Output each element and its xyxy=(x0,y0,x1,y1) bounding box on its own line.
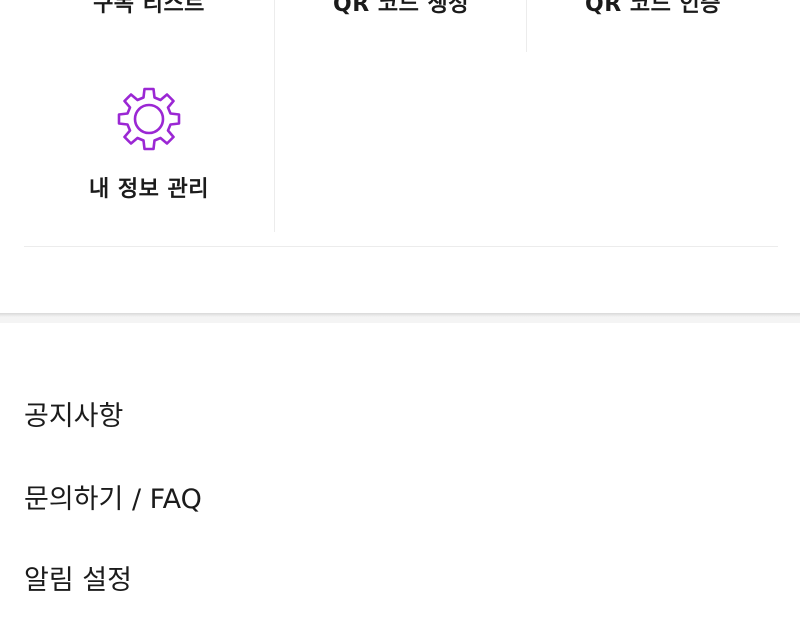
section-divider xyxy=(0,313,800,323)
subscription-list-button[interactable]: 구독 리스트 xyxy=(24,0,274,26)
my-info-label: 내 정보 관리 xyxy=(88,177,210,202)
my-info-button[interactable]: 내 정보 관리 xyxy=(24,60,274,240)
grid-divider xyxy=(274,0,275,232)
subscription-list-label: 구독 리스트 xyxy=(93,0,205,17)
qr-verify-button[interactable]: QR 코드 인증 xyxy=(528,0,778,26)
notice-menu-item[interactable]: 공지사항 xyxy=(24,394,123,433)
qr-generate-button[interactable]: QR 코드 생성 xyxy=(276,0,526,26)
qr-generate-label: QR 코드 생성 xyxy=(333,0,469,17)
notification-settings-menu-item[interactable]: 알림 설정 xyxy=(24,558,132,597)
inquiry-faq-menu-item[interactable]: 문의하기 / FAQ xyxy=(24,477,202,516)
menu-grid: 구독 리스트 QR 코드 생성 QR 코드 인증 내 정보 관리 xyxy=(24,0,778,247)
grid-divider xyxy=(526,0,527,52)
gear-icon xyxy=(116,86,182,152)
qr-verify-label: QR 코드 인증 xyxy=(585,0,721,17)
